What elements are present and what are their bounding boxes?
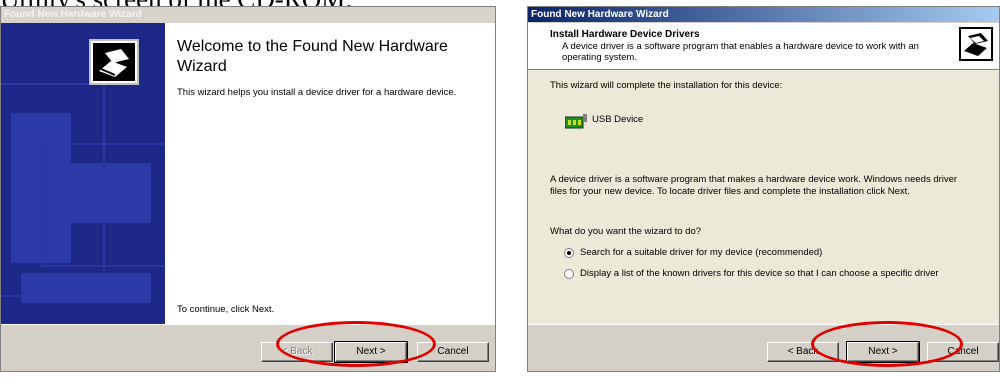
welcome-wizard-window: Found New Hardware Wizard Welcome to the… [0, 6, 496, 372]
header-subtitle: A device driver is a software program th… [562, 41, 919, 63]
highlight-ellipse [811, 321, 963, 367]
welcome-title-bar: Found New Hardware Wizard [1, 7, 495, 22]
search-driver-label[interactable]: Search for a suitable driver for my devi… [580, 247, 822, 259]
header-title: Install Hardware Device Drivers [550, 29, 700, 40]
continue-instruction: To continue, click Next. [177, 304, 275, 315]
install-title-bar: Found New Hardware Wizard [528, 7, 999, 22]
hardware-wizard-icon [959, 27, 993, 61]
welcome-content: Welcome to the Found New Hardware Wizard… [165, 23, 495, 324]
usb-device-icon [564, 114, 587, 130]
question-text: What do you want the wizard to do? [550, 226, 702, 237]
search-driver-radio[interactable] [564, 248, 574, 258]
driver-explanation: A device driver is a software program th… [550, 174, 958, 197]
install-body: This wizard will complete the installati… [528, 70, 999, 325]
display-list-label[interactable]: Display a list of the known drivers for … [580, 268, 960, 280]
install-header: Install Hardware Device Drivers A device… [528, 23, 999, 70]
hardware-wizard-icon [89, 39, 139, 85]
install-drivers-window: Found New Hardware Wizard Install Hardwa… [527, 6, 1000, 372]
wizard-side-panel [1, 23, 165, 324]
welcome-heading: Welcome to the Found New Hardware Wizard [177, 38, 448, 75]
highlight-ellipse [276, 321, 436, 367]
install-intro: This wizard will complete the installati… [550, 80, 783, 91]
display-list-radio[interactable] [564, 269, 574, 279]
welcome-description: This wizard helps you install a device d… [177, 87, 457, 98]
device-name: USB Device [592, 114, 644, 125]
